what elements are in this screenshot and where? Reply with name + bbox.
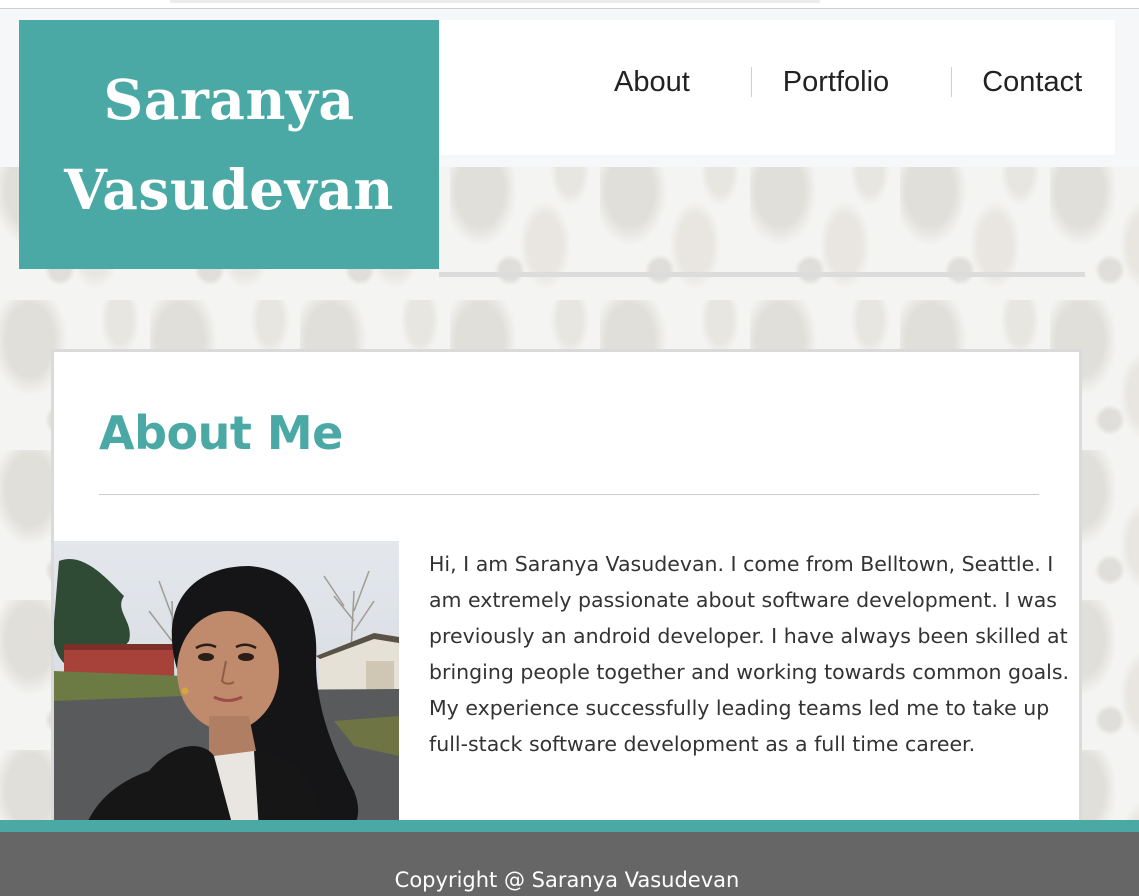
about-bio: Hi, I am Saranya Vasudevan. I come from … <box>429 552 1070 756</box>
scroll-indicator <box>170 0 820 3</box>
copyright-text: Copyright @ Saranya Vasudevan <box>394 868 740 892</box>
nav-link-about[interactable]: About <box>614 60 690 104</box>
browser-top-edge <box>0 0 1139 9</box>
footer: Copyright @ Saranya Vasudevan <box>0 832 1139 896</box>
site-title: Saranya Vasudevan <box>64 55 394 235</box>
footer-accent-bar <box>0 820 1139 832</box>
header-divider <box>439 272 1085 277</box>
section-divider <box>99 494 1039 495</box>
profile-photo <box>54 541 399 829</box>
site-title-first-name: Saranya <box>103 66 355 132</box>
nav-link-contact[interactable]: Contact <box>982 60 1082 104</box>
site-logo[interactable]: Saranya Vasudevan <box>19 20 439 269</box>
about-card: About Me Hi, I am Saranya Vasudevan. I c… <box>51 349 1082 829</box>
nav-link-portfolio[interactable]: Portfolio <box>783 60 889 104</box>
nav-divider <box>750 67 752 97</box>
nav-divider <box>951 67 953 97</box>
page: About Portfolio Contact Saranya Vasudeva… <box>0 0 1139 896</box>
section-title: About Me <box>99 406 343 460</box>
main-nav: About Portfolio Contact <box>580 60 1115 104</box>
site-title-last-name: Vasudevan <box>64 156 394 222</box>
